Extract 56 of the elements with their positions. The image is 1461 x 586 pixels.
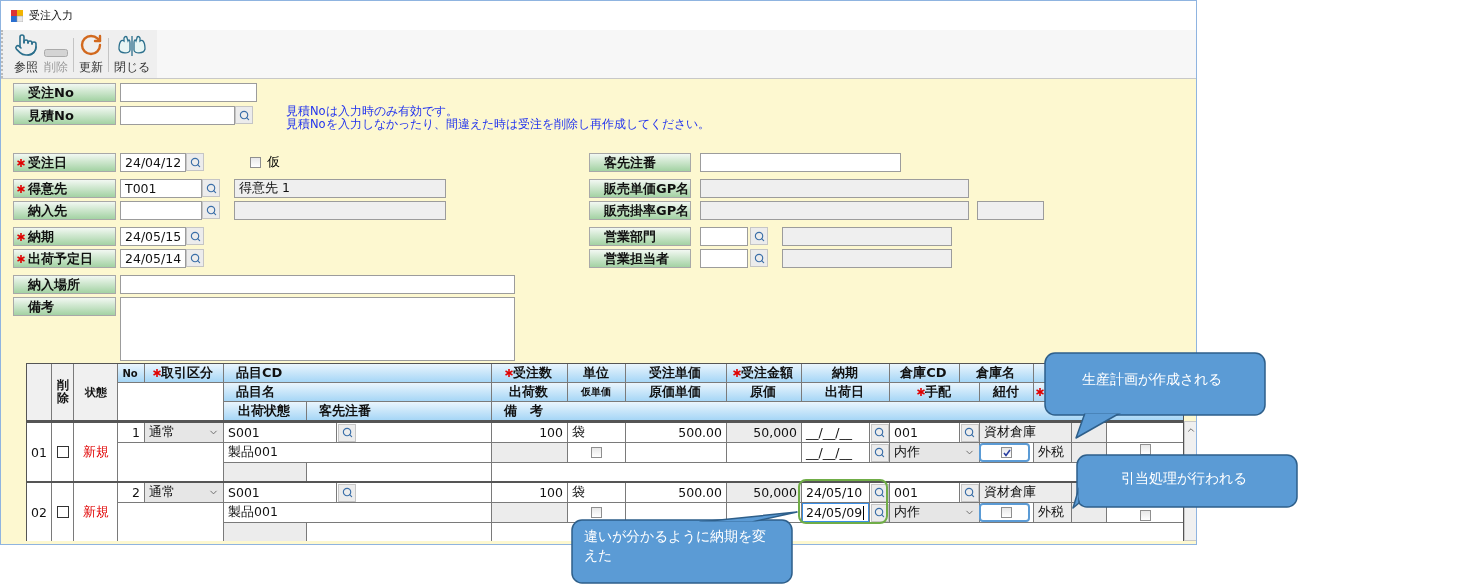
column-header: 品目名	[224, 383, 491, 401]
column-header: 納期	[802, 364, 889, 382]
column-header: 受注単価	[626, 364, 726, 382]
field-label: 受注No	[13, 83, 116, 102]
name-field: 得意先 1	[234, 179, 446, 198]
column-header: 紐付	[980, 383, 1033, 401]
column-header: 状態	[74, 364, 117, 420]
field-label: 得意先	[13, 179, 116, 198]
column-header: 倉庫名	[960, 364, 1033, 382]
column-header: 出荷日	[802, 383, 889, 401]
column-header: 倉庫CD	[890, 364, 959, 382]
field-label: 客先注番	[589, 153, 691, 172]
callout-text: 生産計画が作成される	[1081, 370, 1223, 389]
column-header: 出荷状態	[224, 402, 306, 420]
column-header: 品目CD	[224, 364, 491, 382]
column-header: 受注金額	[727, 364, 801, 382]
window-title: 受注入力	[29, 8, 73, 23]
tax-field: 外税	[1034, 503, 1071, 522]
tax-field: 外税	[1034, 443, 1071, 462]
column-header: No	[118, 364, 144, 382]
column-header: 原価単価	[626, 383, 726, 401]
notice-text: 見積Noは入力時のみ有効です。	[286, 105, 459, 118]
field-label: 販売掛率GP名	[589, 201, 691, 220]
field-label: 販売単価GP名	[589, 179, 691, 198]
callout-text: 違いが分かるように納期を変えた	[584, 527, 767, 565]
warehouse-name-field: 資材倉庫	[980, 423, 1071, 442]
status-text: 新規	[74, 483, 117, 541]
field-label: 見積No	[13, 106, 116, 125]
status-text: 新規	[74, 423, 117, 481]
row-number: 01	[27, 423, 51, 481]
column-header: 原価	[727, 383, 801, 401]
column-header: 単位	[568, 364, 625, 382]
checkbox-label: 仮	[267, 154, 280, 171]
column-header: 客先注番	[307, 402, 491, 420]
column-header: 仮単価	[568, 383, 625, 401]
field-label: 備考	[13, 297, 116, 316]
field-label: 納期	[13, 227, 116, 246]
column-header: 手配	[890, 383, 979, 401]
column-header: 出荷数	[492, 383, 567, 401]
field-label: 受注日	[13, 153, 116, 172]
column-header: 取引区分	[145, 364, 223, 382]
line-number: 2	[118, 483, 144, 502]
column-header: 削除	[52, 364, 73, 420]
column-header: 受注数	[492, 364, 567, 382]
row-number: 02	[27, 483, 51, 541]
callout-text: 引当処理が行われる	[1120, 469, 1248, 488]
warehouse-name-field: 資材倉庫	[980, 483, 1071, 502]
amount-field: 50,000	[727, 483, 801, 502]
notice-text: 見積Noを入力しなかったり、間違えた時は受注を削除し再作成してください。	[286, 118, 710, 131]
field-label: 営業担当者	[589, 249, 691, 268]
field-label: 営業部門	[589, 227, 691, 246]
line-number: 1	[118, 423, 144, 442]
field-label: 出荷予定日	[13, 249, 116, 268]
field-label: 納入場所	[13, 275, 116, 294]
amount-field: 50,000	[727, 423, 801, 442]
field-label: 納入先	[13, 201, 116, 220]
